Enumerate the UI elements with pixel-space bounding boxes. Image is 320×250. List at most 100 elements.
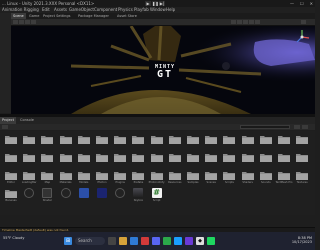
folder-item[interactable] — [239, 133, 257, 151]
folder-item[interactable]: Scripts — [220, 169, 238, 187]
folder-item[interactable] — [220, 151, 238, 169]
folder-item[interactable] — [220, 133, 238, 151]
folder-item[interactable]: Materials — [57, 169, 75, 187]
folder-item[interactable] — [57, 151, 75, 169]
folder-item[interactable]: Prefabs — [129, 169, 147, 187]
asset-item[interactable] — [57, 187, 75, 205]
asset-item[interactable]: Shader — [38, 187, 56, 205]
folder-item[interactable] — [166, 133, 184, 151]
folder-item[interactable]: Scenes — [202, 169, 220, 187]
asset-item[interactable]: Bananas — [2, 187, 20, 205]
folder-item[interactable]: Sounds — [257, 169, 275, 187]
folder-item[interactable] — [275, 151, 293, 169]
folder-item[interactable] — [239, 151, 257, 169]
folder-item[interactable] — [57, 133, 75, 151]
folder-item[interactable]: Map — [38, 169, 56, 187]
audio-toggle-button[interactable] — [249, 20, 254, 24]
add-asset-button[interactable] — [2, 125, 8, 129]
folder-item[interactable] — [148, 133, 166, 151]
hand-tool-button[interactable] — [13, 20, 18, 24]
visual-studio-icon[interactable] — [185, 237, 193, 245]
asset-item[interactable] — [93, 187, 111, 205]
filter-type-button[interactable] — [294, 125, 300, 129]
folder-item[interactable]: LoadingBar — [20, 169, 38, 187]
scene-viewport[interactable]: MINTY GT — [11, 26, 315, 114]
maximize-button[interactable]: ☐ — [300, 0, 304, 7]
folder-item[interactable] — [20, 151, 38, 169]
folder-item[interactable]: Models — [75, 169, 93, 187]
folder-item[interactable] — [202, 133, 220, 151]
system-tray[interactable]: 8:38 PM 10/17/2023 — [292, 236, 312, 244]
discord-icon[interactable] — [152, 237, 160, 245]
folder-item[interactable] — [257, 133, 275, 151]
folder-item[interactable]: Samples — [184, 169, 202, 187]
folder-icon — [23, 136, 36, 144]
folder-label: Samples — [187, 181, 199, 184]
steam-icon[interactable] — [174, 237, 182, 245]
folder-item[interactable] — [184, 151, 202, 169]
unity-icon[interactable]: ◆ — [196, 237, 204, 245]
shading-mode-button[interactable] — [231, 20, 236, 24]
folder-item[interactable] — [293, 133, 311, 151]
folder-item[interactable] — [38, 151, 56, 169]
folder-item[interactable] — [93, 133, 111, 151]
windows-start-icon[interactable]: ⊞ — [64, 237, 72, 245]
asset-item[interactable] — [75, 187, 93, 205]
rotate-tool-button[interactable] — [25, 20, 30, 24]
folder-item[interactable] — [38, 133, 56, 151]
folder-item[interactable] — [20, 133, 38, 151]
folder-item[interactable] — [184, 133, 202, 151]
folder-item[interactable] — [75, 133, 93, 151]
file-explorer-icon[interactable] — [119, 237, 127, 245]
favorite-button[interactable] — [302, 125, 308, 129]
folder-item[interactable]: Textures — [293, 169, 311, 187]
folder-item[interactable] — [111, 133, 129, 151]
asset-item[interactable] — [20, 187, 38, 205]
folder-item[interactable] — [148, 151, 166, 169]
asset-item[interactable] — [111, 187, 129, 205]
folder-item[interactable]: Resources — [166, 169, 184, 187]
app-icon-red[interactable] — [141, 237, 149, 245]
weather-widget[interactable]: 55°F Cloudy — [3, 236, 24, 241]
folder-item[interactable] — [129, 133, 147, 151]
folder-item[interactable] — [2, 133, 20, 151]
2d-toggle-button[interactable] — [237, 20, 242, 24]
folder-item[interactable]: Photon — [93, 169, 111, 187]
effects-toggle-button[interactable] — [255, 20, 260, 24]
folder-item[interactable]: TextMesh Pro — [275, 169, 293, 187]
folder-item[interactable] — [75, 151, 93, 169]
taskbar-search[interactable]: Search — [75, 237, 105, 245]
asset-item[interactable]: # Script — [148, 187, 166, 205]
move-tool-button[interactable] — [19, 20, 24, 24]
minimize-button[interactable]: — — [290, 0, 294, 7]
scale-tool-button[interactable] — [31, 20, 36, 24]
folder-item[interactable] — [202, 151, 220, 169]
tab-project[interactable]: Project — [0, 117, 16, 124]
folder-item[interactable]: Shaders — [239, 169, 257, 187]
folder-item[interactable]: PhotonUnity — [148, 169, 166, 187]
folder-item[interactable] — [2, 151, 20, 169]
folder-item[interactable]: Plugins — [111, 169, 129, 187]
folder-item[interactable] — [129, 151, 147, 169]
gizmos-button[interactable] — [301, 20, 306, 24]
play-button[interactable]: ▶ — [145, 1, 151, 6]
asset-item[interactable]: Skybox — [129, 187, 147, 205]
folder-item[interactable] — [111, 151, 129, 169]
step-button[interactable]: ▶| — [159, 1, 165, 6]
spotify-icon[interactable] — [207, 237, 215, 245]
folder-item[interactable] — [93, 151, 111, 169]
project-search-input[interactable] — [240, 125, 290, 129]
pause-button[interactable]: ❚❚ — [152, 1, 159, 6]
lighting-toggle-button[interactable] — [243, 20, 248, 24]
orientation-gizmo-icon[interactable] — [293, 29, 311, 45]
edge-icon[interactable] — [130, 237, 138, 245]
tab-console[interactable]: Console — [18, 117, 36, 124]
folder-item[interactable] — [275, 133, 293, 151]
app-icon-green[interactable] — [163, 237, 171, 245]
close-button[interactable]: ✕ — [310, 0, 313, 7]
folder-item[interactable] — [166, 151, 184, 169]
folder-item[interactable] — [257, 151, 275, 169]
folder-item[interactable] — [293, 151, 311, 169]
folder-item[interactable]: Editor — [2, 169, 20, 187]
task-view-icon[interactable] — [108, 237, 116, 245]
